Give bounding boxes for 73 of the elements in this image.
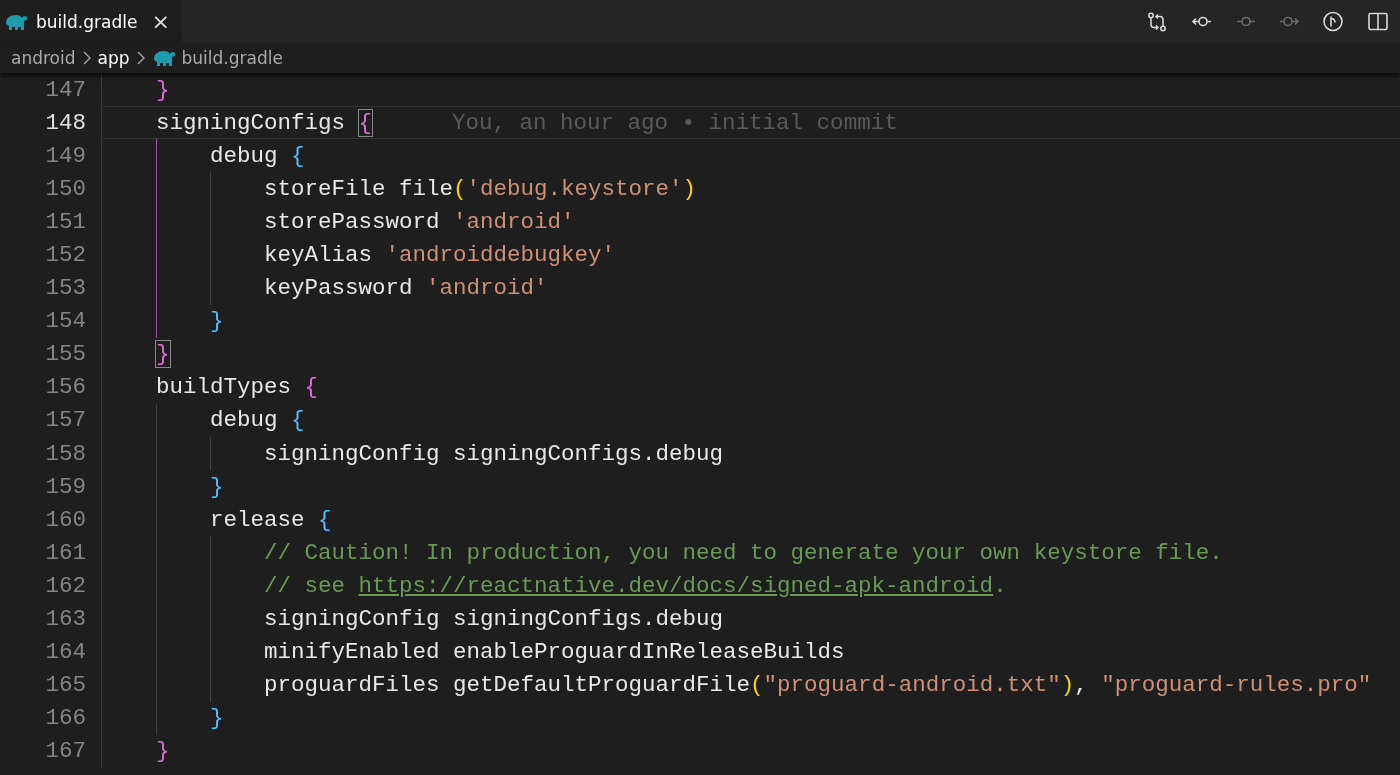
code-text: storeFile file <box>264 175 454 202</box>
bracket: ( <box>750 672 764 699</box>
breadcrumb-item[interactable]: build.gradle <box>181 48 283 68</box>
bracket: } <box>210 705 224 732</box>
bracket: { <box>291 407 305 434</box>
bracket: ) <box>1060 672 1075 699</box>
code-text: keyPassword <box>264 275 414 302</box>
code-text: signingConfig signingConfigs.debug <box>264 606 724 633</box>
bracket: ) <box>682 175 697 202</box>
line-number: 160 <box>0 503 102 537</box>
line-number: 156 <box>0 370 102 404</box>
previous-change-icon[interactable] <box>1191 16 1212 26</box>
line-number: 167 <box>0 734 102 768</box>
line-number: 150 <box>0 172 102 206</box>
line-number: 154 <box>0 304 102 338</box>
inline-blame: You, an hour ago • initial commit <box>452 109 898 136</box>
line-number: 166 <box>0 701 102 735</box>
bracket: { <box>358 109 373 136</box>
line-number: 162 <box>0 569 102 603</box>
line-number: 158 <box>0 437 102 471</box>
code-text: , <box>1074 672 1089 699</box>
code-text: minifyEnabled enableProguardInReleaseBuilds <box>264 639 845 666</box>
bracket: { <box>318 506 332 533</box>
git-compare-icon[interactable] <box>1148 12 1166 31</box>
code-text: debug <box>210 407 279 434</box>
line-number: 161 <box>0 536 102 570</box>
editor-tab[interactable]: build.gradle × <box>0 0 182 43</box>
code-text: proguardFiles getDefaultProguardFile <box>264 672 751 699</box>
bracket: { <box>304 374 319 401</box>
bracket: } <box>210 473 224 500</box>
bracket: } <box>156 341 170 368</box>
string-literal: 'android' <box>426 275 548 302</box>
string-literal: 'android' <box>453 208 575 235</box>
code-comment: // Caution! In production, you need to generate your own keystore file. <box>264 539 1223 566</box>
code-comment: // see <box>264 572 346 599</box>
line-number: 149 <box>0 139 102 173</box>
code-text: release <box>210 506 306 533</box>
bracket: { <box>291 142 305 169</box>
string-literal: 'androiddebugkey' <box>385 242 616 268</box>
string-literal: "proguard-rules.pro" <box>1101 672 1372 699</box>
line-number: 164 <box>0 635 102 669</box>
bracket: } <box>210 308 224 335</box>
breadcrumb-item[interactable]: app <box>97 48 130 68</box>
close-icon[interactable]: × <box>151 9 170 34</box>
bracket: } <box>156 76 170 103</box>
code-text: debug <box>210 142 279 169</box>
code-comment: . <box>993 572 1007 599</box>
chevron-icon <box>135 51 146 65</box>
line-number: 155 <box>0 337 102 371</box>
line-number: 153 <box>0 271 102 305</box>
line-number: 151 <box>0 205 102 239</box>
line-number: 163 <box>0 602 102 636</box>
branch-icon[interactable] <box>1323 11 1343 31</box>
comment-link[interactable]: https://reactnative.dev/docs/signed-apk-android <box>358 572 994 599</box>
code-text: signingConfigs <box>156 109 347 136</box>
line-number: 165 <box>0 668 102 702</box>
breadcrumb-item[interactable]: android <box>11 48 76 68</box>
code-text: signingConfig signingConfigs.debug <box>264 440 724 467</box>
bracket: ( <box>453 175 467 202</box>
split-editor-icon[interactable] <box>1368 12 1388 30</box>
line-number: 159 <box>0 470 102 504</box>
line-number: 152 <box>0 238 102 272</box>
line-number: 148 <box>0 106 102 140</box>
string-literal: "proguard-android.txt" <box>763 672 1061 699</box>
line-number: 147 <box>0 73 102 107</box>
bracket: } <box>156 738 170 765</box>
elephant-icon <box>4 12 28 31</box>
code-text: storePassword <box>264 208 441 235</box>
string-literal: 'debug.keystore' <box>466 175 683 202</box>
line-number: 157 <box>0 403 102 438</box>
chevron-icon <box>81 51 92 65</box>
code-text: keyAlias <box>264 242 374 268</box>
code-text: buildTypes <box>156 374 293 401</box>
